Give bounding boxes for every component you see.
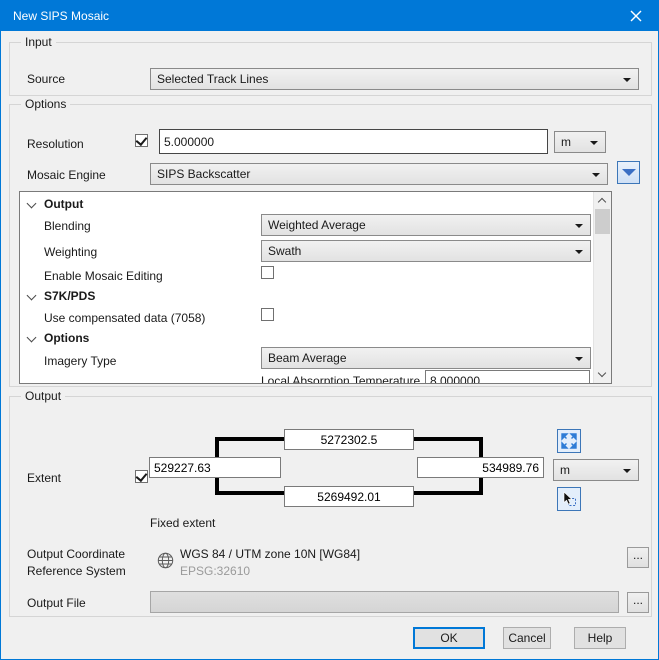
source-dropdown-value: Selected Track Lines [157, 72, 268, 86]
weighting-label: Weighting [44, 245, 97, 259]
globe-icon [157, 552, 174, 569]
output-file-browse-label: ... [633, 593, 643, 607]
extent-unit-value: m [560, 463, 570, 477]
extent-left-input[interactable] [149, 457, 281, 478]
scroll-up-icon[interactable] [598, 198, 606, 206]
engine-properties-panel: Output Blending Weighted Average Weighti… [19, 191, 612, 384]
close-button[interactable] [613, 1, 658, 31]
local-absorption-input[interactable] [425, 370, 590, 384]
window-title: New SIPS Mosaic [13, 9, 109, 23]
resolution-label: Resolution [27, 137, 84, 151]
chevron-down-icon [623, 469, 631, 473]
section-s7kpds[interactable]: S7K/PDS [44, 289, 95, 303]
use-compensated-data-checkbox[interactable] [261, 308, 274, 321]
source-dropdown[interactable]: Selected Track Lines [150, 68, 639, 90]
output-group-title: Output [21, 389, 65, 404]
crs-label: Output Coordinate Reference System [27, 546, 152, 580]
weighting-value: Swath [268, 244, 301, 258]
imagery-type-value: Beam Average [268, 351, 347, 365]
imagery-type-label: Imagery Type [44, 354, 116, 368]
crs-browse-button[interactable]: ... [627, 547, 649, 568]
blending-value: Weighted Average [268, 218, 366, 232]
enable-mosaic-editing-label: Enable Mosaic Editing [44, 269, 163, 283]
options-group: Options Resolution m Mosaic Engine SIPS … [9, 104, 652, 387]
mosaic-engine-value: SIPS Backscatter [157, 167, 250, 181]
extent-label: Extent [27, 471, 61, 485]
select-extent-button[interactable] [557, 487, 581, 511]
blending-label: Blending [44, 219, 91, 233]
imagery-type-dropdown[interactable]: Beam Average [261, 347, 591, 369]
new-sips-mosaic-dialog: New SIPS Mosaic Input Source Selected Tr… [0, 0, 659, 660]
enable-mosaic-editing-checkbox[interactable] [261, 266, 274, 279]
chevron-down-icon [590, 141, 598, 145]
source-label: Source [27, 72, 65, 86]
crs-value: WGS 84 / UTM zone 10N [WG84] [180, 547, 360, 561]
dropdown-arrow-icon [622, 169, 636, 176]
output-file-label: Output File [27, 596, 86, 610]
title-bar: New SIPS Mosaic [1, 1, 658, 31]
chevron-down-icon [575, 224, 583, 228]
extent-checkbox[interactable] [135, 470, 148, 483]
resolution-checkbox[interactable] [135, 134, 148, 147]
chevron-down-icon [592, 173, 600, 177]
scrollbar-thumb[interactable] [595, 209, 610, 234]
output-file-browse-button[interactable]: ... [627, 592, 649, 613]
expand-arrows-icon [561, 433, 577, 449]
crs-epsg-code: EPSG:32610 [180, 564, 250, 578]
local-absorption-label: Local Absorption Temperature [261, 374, 420, 384]
mosaic-engine-label: Mosaic Engine [27, 168, 106, 182]
resolution-unit-dropdown[interactable]: m [554, 131, 606, 153]
input-group: Input Source Selected Track Lines [9, 42, 652, 96]
engine-options-button[interactable] [617, 161, 640, 184]
output-group: Output Extent m [9, 396, 652, 617]
close-icon [629, 9, 643, 23]
output-file-field[interactable] [150, 591, 619, 613]
cancel-button[interactable]: Cancel [503, 627, 551, 649]
properties-scrollbar[interactable] [593, 192, 611, 383]
chevron-down-icon [575, 250, 583, 254]
scroll-down-icon[interactable] [598, 369, 606, 377]
extent-unit-dropdown[interactable]: m [553, 459, 639, 481]
weighting-dropdown[interactable]: Swath [261, 240, 591, 262]
collapse-chevron-icon[interactable] [27, 199, 37, 209]
resolution-unit-value: m [561, 135, 571, 149]
resolution-input[interactable] [159, 129, 548, 154]
extent-right-input[interactable] [417, 457, 544, 478]
use-compensated-data-label: Use compensated data (7058) [44, 311, 205, 325]
chevron-down-icon [575, 357, 583, 361]
select-area-cursor-icon [561, 491, 577, 507]
extent-bottom-input[interactable] [284, 486, 414, 507]
chevron-down-icon [623, 78, 631, 82]
collapse-chevron-icon[interactable] [27, 291, 37, 301]
section-output[interactable]: Output [44, 197, 83, 211]
fixed-extent-text: Fixed extent [150, 516, 215, 530]
collapse-chevron-icon[interactable] [27, 333, 37, 343]
ok-button[interactable]: OK [413, 627, 485, 649]
extent-top-input[interactable] [284, 429, 414, 450]
input-group-title: Input [21, 35, 56, 50]
crs-browse-label: ... [633, 548, 643, 562]
zoom-to-extent-button[interactable] [557, 429, 581, 453]
options-group-title: Options [21, 97, 70, 112]
help-button[interactable]: Help [574, 627, 626, 649]
section-options[interactable]: Options [44, 331, 89, 345]
blending-dropdown[interactable]: Weighted Average [261, 214, 591, 236]
mosaic-engine-dropdown[interactable]: SIPS Backscatter [150, 163, 608, 185]
